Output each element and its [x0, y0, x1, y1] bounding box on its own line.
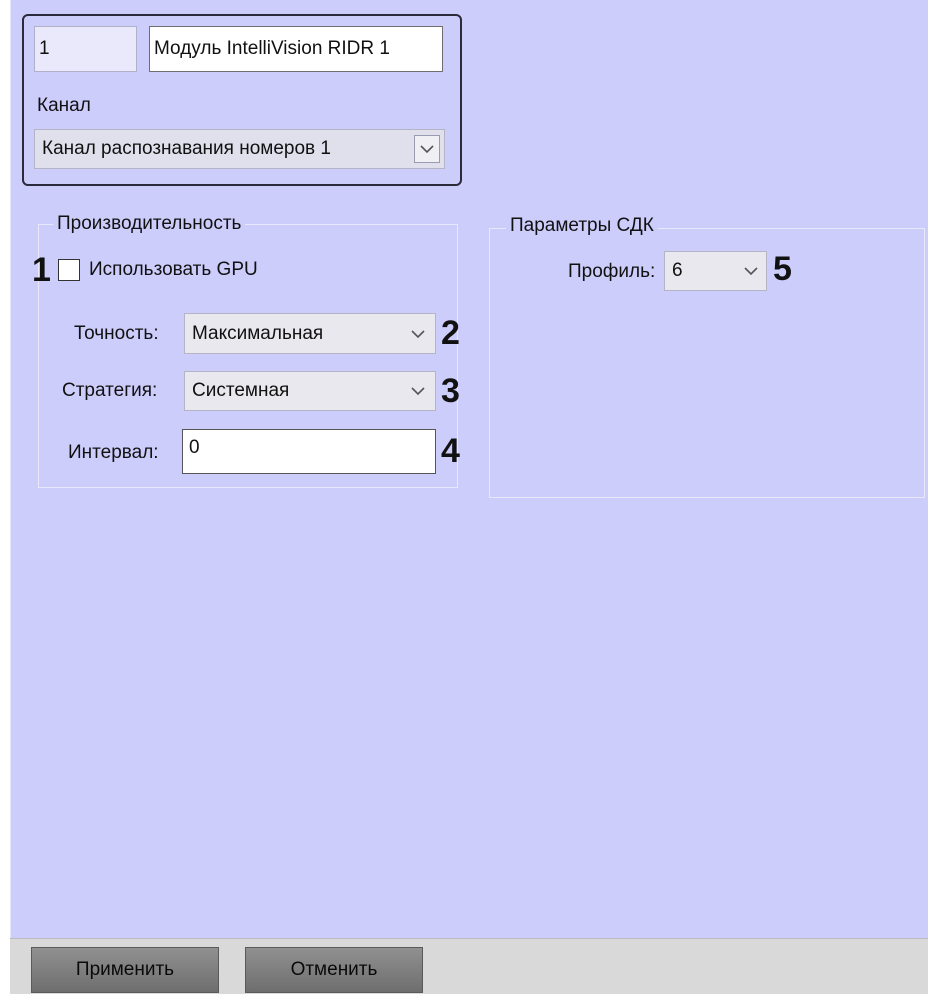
chevron-down-icon [740, 260, 762, 282]
marker-2: 2 [441, 314, 460, 352]
marker-4: 4 [441, 432, 460, 470]
use-gpu-checkbox[interactable] [58, 259, 80, 281]
module-name-field[interactable]: Модуль IntelliVision RIDR 1 [149, 26, 443, 72]
profile-select[interactable]: 6 [664, 251, 767, 291]
module-id-field[interactable]: 1 [34, 26, 137, 72]
marker-5: 5 [773, 250, 792, 288]
strategy-select[interactable]: Системная [184, 371, 436, 411]
channel-select-value: Канал распознавания номеров 1 [42, 138, 331, 159]
marker-1: 1 [32, 251, 51, 289]
marker-3: 3 [441, 372, 460, 410]
sdk-params-group-title: Параметры СДК [506, 215, 658, 237]
apply-button[interactable]: Применить [31, 947, 219, 993]
interval-input[interactable]: 0 [182, 429, 436, 474]
use-gpu-label: Использовать GPU [89, 259, 258, 280]
performance-group-title: Производительность [53, 213, 246, 235]
profile-select-value: 6 [672, 260, 683, 281]
profile-label: Профиль: [568, 261, 656, 282]
cancel-button[interactable]: Отменить [245, 947, 423, 993]
channel-select[interactable]: Канал распознавания номеров 1 [34, 129, 445, 169]
interval-label: Интервал: [68, 442, 159, 463]
chevron-down-icon [407, 323, 429, 345]
accuracy-label: Точность: [74, 323, 159, 344]
strategy-select-value: Системная [192, 380, 290, 401]
chevron-down-icon [407, 380, 429, 402]
strategy-label: Стратегия: [62, 380, 158, 401]
channel-dropdown-button[interactable] [414, 135, 440, 163]
accuracy-select[interactable]: Максимальная [184, 313, 436, 354]
accuracy-select-value: Максимальная [192, 322, 324, 344]
channel-label: Канал [37, 95, 91, 116]
chevron-down-icon [416, 138, 438, 160]
